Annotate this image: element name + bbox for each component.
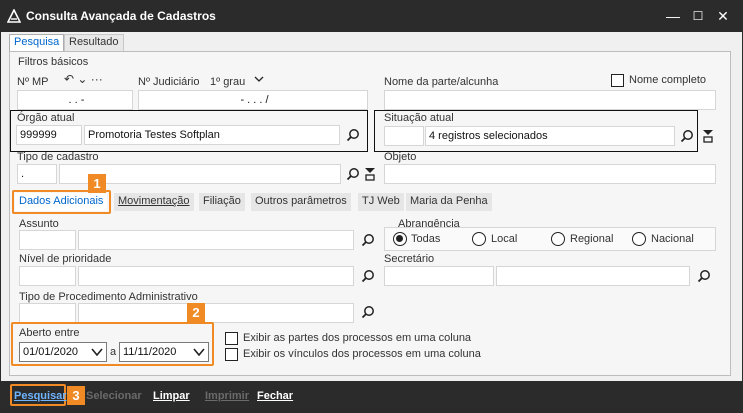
nome-input[interactable] xyxy=(384,90,716,110)
situacao-value-input[interactable]: 4 registros selecionados xyxy=(425,126,675,146)
nmp-input[interactable]: . . - xyxy=(17,90,133,110)
procedimento-label: Tipo de Procedimento Administrativo xyxy=(19,291,198,303)
chevron-down-icon[interactable] xyxy=(91,347,103,357)
tab-movimentacao[interactable]: Movimentação xyxy=(114,193,194,211)
partes-coluna-checkbox[interactable] xyxy=(225,332,238,345)
secretario-label: Secretário xyxy=(384,253,435,265)
search-icon[interactable] xyxy=(361,269,375,283)
procedimento-value-input[interactable] xyxy=(78,303,354,323)
procedimento-code-input[interactable] xyxy=(19,303,76,323)
njud-grau-select[interactable]: 1º grau xyxy=(210,76,245,88)
step-badge-1: 1 xyxy=(88,174,106,193)
window-title: Consulta Avançada de Cadastros xyxy=(26,9,216,23)
partes-coluna-label: Exibir as partes dos processos em uma co… xyxy=(243,332,472,344)
prioridade-label: Nível de prioridade xyxy=(19,253,112,265)
njud-label: Nº Judiciário xyxy=(138,76,200,88)
radio-todas-label: Todas xyxy=(411,233,441,245)
radio-regional[interactable] xyxy=(551,232,565,246)
vinculos-coluna-checkbox[interactable] xyxy=(225,348,238,361)
assunto-code-input[interactable] xyxy=(19,230,76,250)
tab-maria-da-penha[interactable]: Maria da Penha xyxy=(406,193,492,211)
assunto-value-input[interactable] xyxy=(78,230,354,250)
situacao-label: Situação atual xyxy=(384,112,454,124)
step-badge-2: 2 xyxy=(187,303,205,322)
prioridade-value-input[interactable] xyxy=(78,266,354,286)
radio-local[interactable] xyxy=(472,232,486,246)
njud-input[interactable]: - . . . / xyxy=(138,90,368,110)
clear-filter-icon[interactable] xyxy=(364,167,376,181)
chevron-down-icon[interactable] xyxy=(254,74,264,84)
search-icon[interactable] xyxy=(697,269,711,283)
nmp-history-icon[interactable]: ↶ ⌄ ··· xyxy=(64,72,103,86)
tab-outros-parametros[interactable]: Outros parâmetros xyxy=(251,193,351,211)
tab-dados-adicionais[interactable]: Dados Adicionais xyxy=(15,193,108,211)
radio-todas[interactable] xyxy=(393,232,407,246)
radio-nacional[interactable] xyxy=(632,232,646,246)
radio-local-label: Local xyxy=(491,233,518,245)
tab-resultado[interactable]: Resultado xyxy=(64,34,124,51)
fechar-button[interactable]: Fechar xyxy=(257,390,293,402)
search-icon[interactable] xyxy=(361,233,375,247)
secretario-value-input[interactable] xyxy=(496,266,690,286)
tipo-label: Tipo de cadastro xyxy=(17,151,99,163)
search-icon[interactable] xyxy=(680,129,694,143)
nome-completo-checkbox[interactable] xyxy=(611,74,624,87)
objeto-input[interactable] xyxy=(384,164,716,184)
orgao-label: Órgão atual xyxy=(17,112,75,124)
secretario-code-input[interactable] xyxy=(384,266,494,286)
tab-tj-web[interactable]: TJ Web xyxy=(358,193,404,211)
limpar-button[interactable]: Limpar xyxy=(153,390,190,402)
aberto-label: Aberto entre xyxy=(19,327,80,339)
situacao-code-input[interactable] xyxy=(384,126,424,146)
tipo-code-input[interactable]: . xyxy=(17,164,57,184)
nmp-label: Nº MP xyxy=(17,76,49,88)
date-separator: a xyxy=(110,346,117,358)
orgao-code-input[interactable]: 999999 xyxy=(16,125,82,145)
tab-filiacao[interactable]: Filiação xyxy=(199,193,245,211)
chevron-down-icon[interactable] xyxy=(193,347,205,357)
radio-nacional-label: Nacional xyxy=(651,233,694,245)
imprimir-button[interactable]: Imprimir xyxy=(205,390,249,402)
clear-filter-icon[interactable] xyxy=(702,129,714,143)
pesquisar-button[interactable]: Pesquisar xyxy=(14,390,67,402)
prioridade-code-input[interactable] xyxy=(19,266,76,286)
search-icon[interactable] xyxy=(346,128,360,142)
minimize-button[interactable]: — xyxy=(663,6,683,26)
search-icon[interactable] xyxy=(361,305,375,319)
step-badge-3: 3 xyxy=(67,386,85,405)
vinculos-coluna-label: Exibir os vínculos dos processos em uma … xyxy=(243,348,481,360)
section-title: Filtros básicos xyxy=(18,56,89,68)
search-icon[interactable] xyxy=(346,167,360,181)
maximize-button[interactable]: ☐ xyxy=(688,6,708,26)
nome-completo-label: Nome completo xyxy=(629,74,707,86)
tab-pesquisa[interactable]: Pesquisa xyxy=(9,34,65,51)
assunto-label: Assunto xyxy=(19,218,59,230)
objeto-label: Objeto xyxy=(384,151,417,163)
close-button[interactable]: ✕ xyxy=(713,6,733,26)
title-bar: Consulta Avançada de Cadastros xyxy=(0,0,743,32)
radio-regional-label: Regional xyxy=(570,233,614,245)
selecionar-button[interactable]: Selecionar xyxy=(86,390,142,402)
orgao-name-input[interactable]: Promotoria Testes Softplan xyxy=(84,125,340,145)
nome-label: Nome da parte/alcunha xyxy=(384,76,499,88)
app-logo-icon xyxy=(7,9,21,23)
